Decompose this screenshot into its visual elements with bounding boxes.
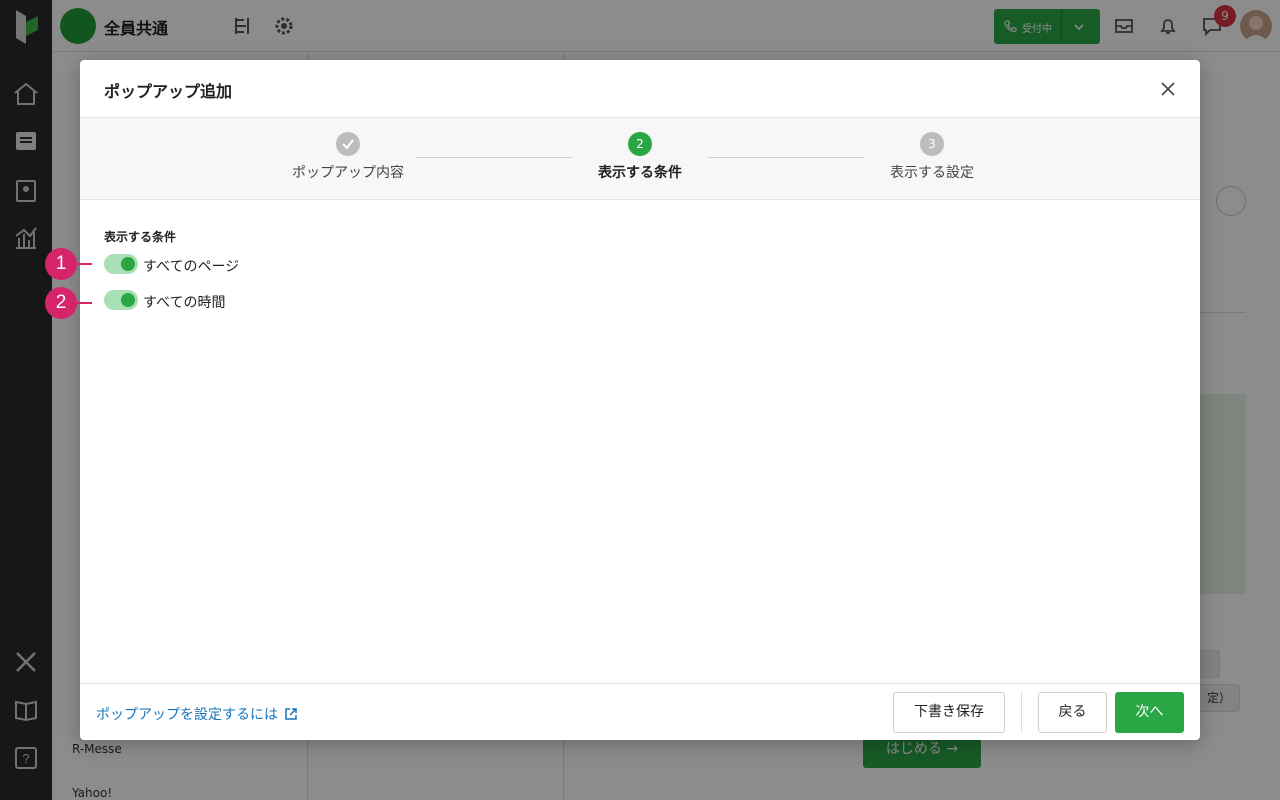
step-number: 3 [920, 132, 944, 156]
save-draft-button[interactable]: 下書き保存 [893, 692, 1005, 733]
step-conditions: 2 表示する条件 [560, 132, 720, 182]
toggle-knob [121, 257, 135, 271]
step-settings: 3 表示する設定 [852, 132, 1012, 182]
annotation-line-1 [76, 263, 92, 265]
step-connector [708, 157, 864, 158]
help-link[interactable]: ポップアップを設定するには [96, 704, 298, 724]
annotation-marker-2: 2 [45, 287, 77, 319]
modal-title: ポップアップ追加 [104, 82, 233, 101]
toggle-label: すべてのページ [143, 259, 240, 275]
step-done-dot [336, 132, 360, 156]
step-label: ポップアップ内容 [292, 165, 404, 181]
add-popup-modal: ポップアップ追加 ポップアップ内容 2 表示する条件 3 表示する設定 表示する… [80, 60, 1200, 740]
back-button[interactable]: 戻る [1038, 692, 1107, 733]
footer-divider [1021, 692, 1022, 733]
step-connector [416, 157, 572, 158]
annotation-marker-1: 1 [45, 248, 77, 280]
stepper: ポップアップ内容 2 表示する条件 3 表示する設定 [80, 117, 1200, 200]
all-pages-toggle[interactable] [104, 254, 138, 274]
external-link-icon [285, 708, 297, 720]
annotation-line-2 [76, 302, 92, 304]
modal-footer: ポップアップを設定するには 下書き保存 戻る 次へ [80, 683, 1200, 740]
all-times-toggle[interactable] [104, 290, 138, 310]
step-label: 表示する条件 [598, 165, 682, 181]
close-icon[interactable] [1156, 77, 1180, 101]
toggle-label: すべての時間 [143, 295, 226, 311]
check-icon [342, 139, 354, 150]
help-link-text: ポップアップを設定するには [96, 707, 278, 723]
next-button[interactable]: 次へ [1115, 692, 1184, 733]
modal-body: 表示する条件 すべてのページ すべての時間 [80, 200, 1200, 683]
modal-header: ポップアップ追加 [80, 60, 1200, 117]
section-title: 表示する条件 [104, 230, 177, 244]
step-label: 表示する設定 [890, 165, 974, 181]
step-number: 2 [628, 132, 652, 156]
toggle-knob [121, 293, 135, 307]
step-content: ポップアップ内容 [268, 132, 428, 182]
